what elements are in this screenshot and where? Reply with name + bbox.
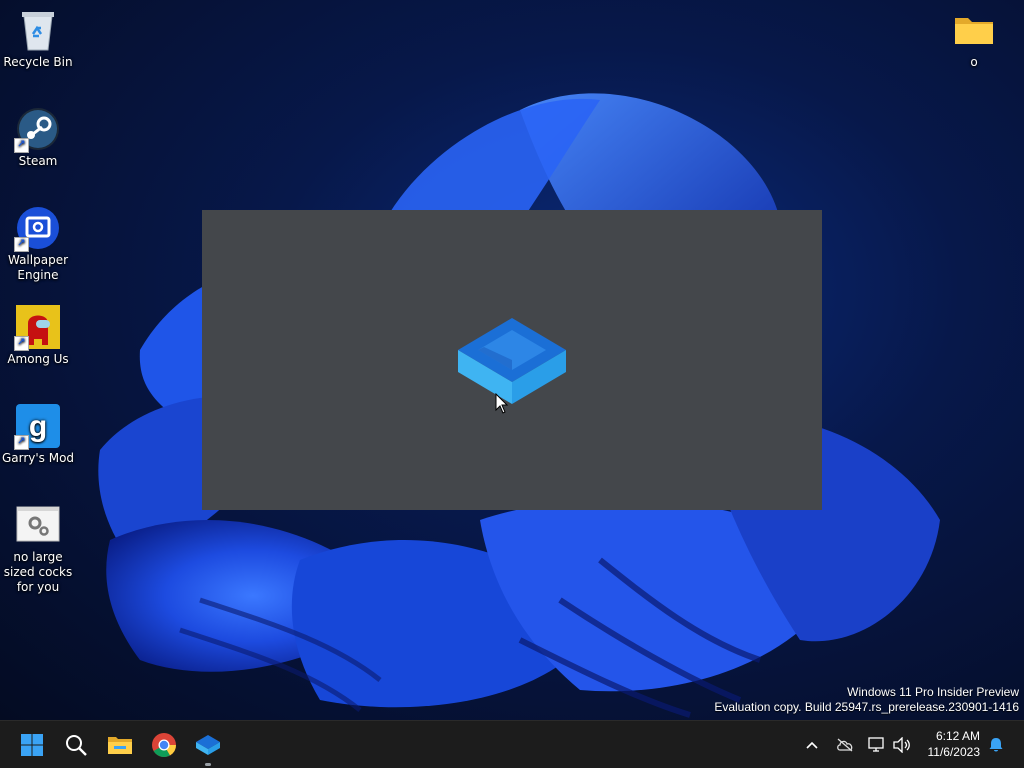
desktop-icon-garrys-mod[interactable]: g ↗ Garry's Mod xyxy=(0,404,76,466)
desktop-icon-label: no large sized cocks for you xyxy=(3,550,73,594)
shortcut-arrow-icon: ↗ xyxy=(14,336,29,351)
chrome-button[interactable] xyxy=(144,725,184,765)
speaker-icon xyxy=(893,737,910,753)
mouse-cursor-icon xyxy=(495,392,509,419)
evaluation-watermark: Windows 11 Pro Insider Preview Evaluatio… xyxy=(714,685,1019,715)
notifications-button[interactable] xyxy=(984,721,1008,768)
file-explorer-button[interactable] xyxy=(100,725,140,765)
watermark-line-1: Windows 11 Pro Insider Preview xyxy=(847,685,1019,699)
search-button[interactable] xyxy=(56,725,96,765)
settings-file-icon xyxy=(16,503,60,547)
app-box-button[interactable] xyxy=(188,725,228,766)
desktop-icon-label: Wallpaper Engine xyxy=(7,253,69,282)
chevron-up-icon xyxy=(806,741,818,749)
desktop-icon-settings-file[interactable]: no large sized cocks for you xyxy=(0,503,76,595)
start-icon xyxy=(21,734,43,756)
cloud-offline-icon xyxy=(837,738,853,752)
shortcut-arrow-icon: ↗ xyxy=(14,237,29,252)
garrys-mod-icon: g ↗ xyxy=(14,404,60,450)
shortcut-arrow-icon: ↗ xyxy=(14,138,29,153)
running-indicator xyxy=(205,763,211,766)
taskbar: 6:12 AM 11/6/2023 xyxy=(0,720,1024,768)
file-explorer-icon xyxy=(108,737,132,754)
desktop-icon-label: o xyxy=(970,55,978,69)
svg-text:g: g xyxy=(29,410,47,443)
search-icon xyxy=(66,735,87,756)
desktop-icon-folder-o[interactable]: o xyxy=(936,8,1012,70)
app-splash-window[interactable] xyxy=(202,210,822,510)
network-icon xyxy=(868,737,884,752)
chrome-icon xyxy=(152,733,176,758)
wallpaper-engine-icon: ↗ xyxy=(14,206,60,252)
bell-icon xyxy=(989,738,1003,752)
watermark-line-2: Evaluation copy. Build 25947.rs_prerelea… xyxy=(714,700,1019,714)
app-box-icon xyxy=(196,735,220,755)
desktop-icon-wallpaper-engine[interactable]: ↗ Wallpaper Engine xyxy=(0,206,76,283)
recycle-bin-icon xyxy=(16,8,60,52)
onedrive-button[interactable] xyxy=(832,721,858,768)
clock-date: 11/6/2023 xyxy=(927,745,981,759)
network-button[interactable] xyxy=(865,721,889,768)
start-button[interactable] xyxy=(12,725,52,765)
volume-button[interactable] xyxy=(890,721,914,768)
clock-time: 6:12 AM xyxy=(935,729,980,743)
folder-icon xyxy=(952,8,996,52)
desktop-icon-label: Steam xyxy=(18,154,58,168)
app-logo-box-icon xyxy=(458,318,566,404)
desktop-icon-label: Garry's Mod xyxy=(1,451,75,465)
show-hidden-icons-button[interactable] xyxy=(800,721,824,768)
steam-icon: ↗ xyxy=(14,107,60,153)
taskbar-clock[interactable]: 6:12 AM 11/6/2023 xyxy=(928,728,981,760)
desktop-icon-steam[interactable]: ↗ Steam xyxy=(0,107,76,169)
desktop-icon-among-us[interactable]: ↗ Among Us xyxy=(0,305,76,367)
desktop-icon-label: Among Us xyxy=(7,352,69,366)
desktop-icon-label: Recycle Bin xyxy=(3,55,73,69)
desktop-icon-recycle-bin[interactable]: Recycle Bin xyxy=(0,8,76,70)
shortcut-arrow-icon: ↗ xyxy=(14,435,29,450)
among-us-icon: ↗ xyxy=(14,305,60,351)
